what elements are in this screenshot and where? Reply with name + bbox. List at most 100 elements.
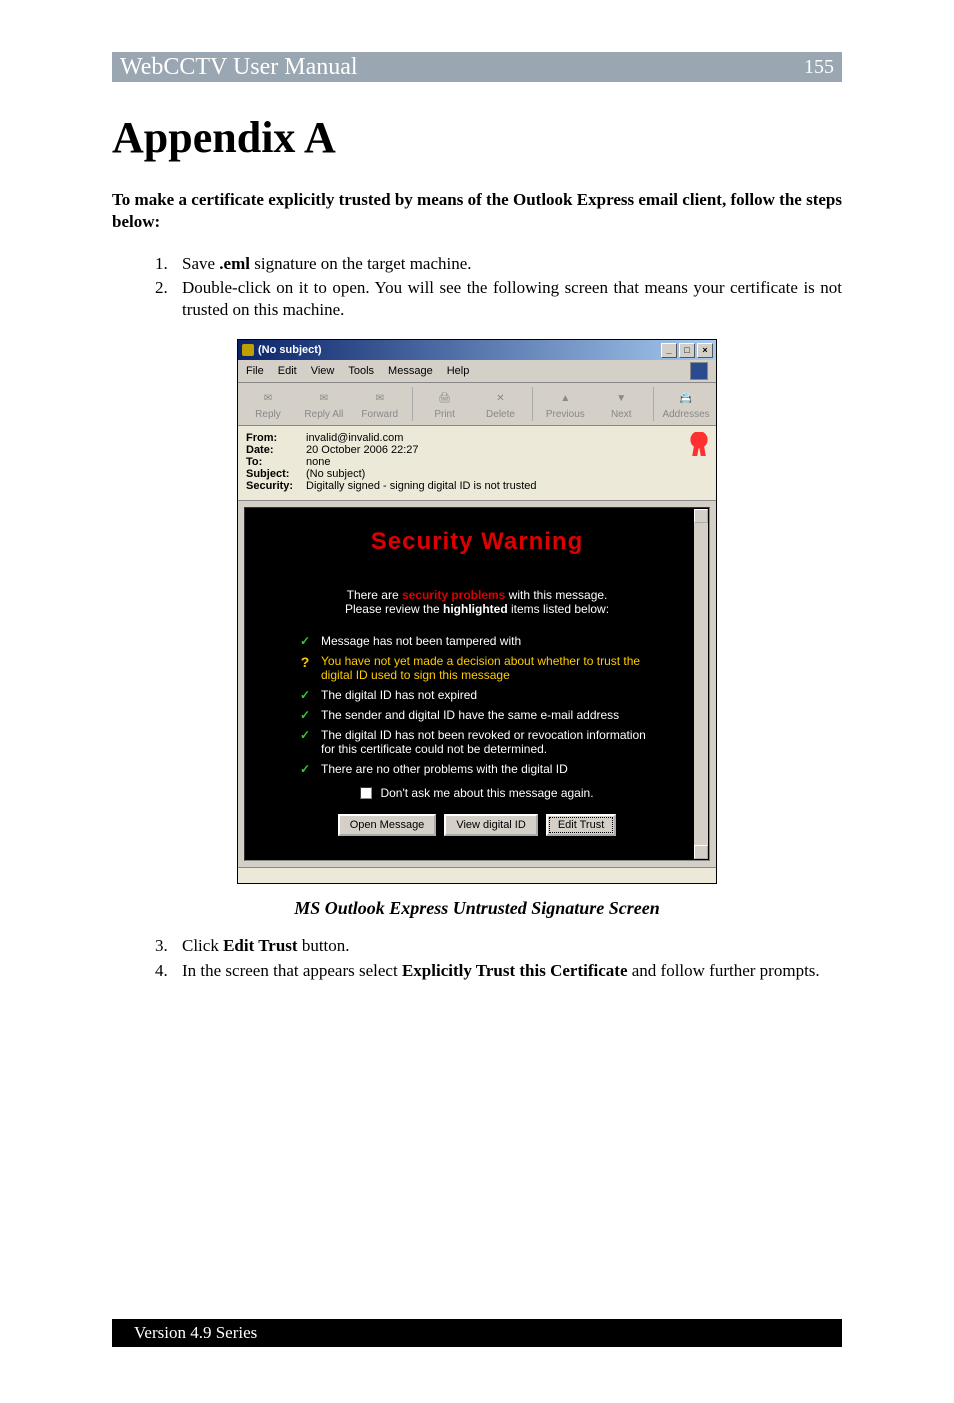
- window-titlebar: (No subject) _ □ ×: [238, 340, 716, 360]
- check-icon: ✓: [299, 708, 311, 722]
- next-icon: ▼: [610, 388, 632, 408]
- reply-all-icon: ✉: [313, 388, 335, 408]
- next-label: Next: [611, 409, 632, 420]
- check-icon: ✓: [299, 762, 311, 776]
- to-value: none: [306, 456, 330, 468]
- header-page-number: 155: [804, 56, 834, 79]
- dialog-screenshot: (No subject) _ □ × File Edit View Tools …: [112, 339, 842, 884]
- previous-label: Previous: [546, 409, 585, 420]
- figure-caption: MS Outlook Express Untrusted Signature S…: [112, 898, 842, 919]
- scroll-down-button[interactable]: [694, 845, 708, 859]
- app-logo-icon: [690, 362, 708, 380]
- step-4-bold: Explicitly Trust this Certificate: [402, 961, 628, 980]
- warn-intro-mid: with this message.: [505, 588, 607, 602]
- check-item-3: ✓ The digital ID has not expired: [299, 688, 655, 702]
- security-value: Digitally signed - signing digital ID is…: [306, 480, 537, 492]
- appendix-heading: Appendix A: [112, 112, 842, 163]
- date-value: 20 October 2006 22:27: [306, 444, 419, 456]
- warn-intro-l2-post: items listed below:: [508, 602, 609, 616]
- window-title: (No subject): [258, 344, 322, 356]
- menu-bar: File Edit View Tools Message Help: [238, 360, 716, 383]
- step-4-post: and follow further prompts.: [628, 961, 820, 980]
- toolbar-divider: [412, 387, 413, 421]
- security-label: Security:: [246, 480, 300, 492]
- scroll-up-button[interactable]: [694, 509, 708, 523]
- status-bar: [238, 867, 716, 883]
- previous-icon: ▲: [554, 388, 576, 408]
- next-button[interactable]: ▼Next: [597, 388, 645, 420]
- step-2: Double-click on it to open. You will see…: [172, 277, 842, 321]
- delete-icon: ✕: [490, 388, 512, 408]
- previous-button[interactable]: ▲Previous: [541, 388, 589, 420]
- check-item-5-text: The digital ID has not been revoked or r…: [321, 728, 655, 756]
- open-message-button[interactable]: Open Message: [338, 814, 437, 836]
- minimize-button[interactable]: _: [661, 343, 677, 358]
- delete-button[interactable]: ✕Delete: [477, 388, 525, 420]
- security-warning-panel: Security Warning There are security prob…: [244, 507, 710, 861]
- page-header: WebCCTV User Manual 155: [112, 52, 842, 82]
- step-3: Click Edit Trust button.: [172, 935, 842, 957]
- steps-list-continued: Click Edit Trust button. In the screen t…: [172, 935, 842, 981]
- to-label: To:: [246, 456, 300, 468]
- message-headers: From:invalid@invalid.com Date:20 October…: [238, 426, 716, 501]
- steps-list: Save .eml signature on the target machin…: [172, 253, 842, 321]
- menu-tools[interactable]: Tools: [348, 365, 374, 377]
- warning-checklist: ✓ Message has not been tampered with ? You…: [299, 634, 655, 776]
- check-item-3-text: The digital ID has not expired: [321, 688, 477, 702]
- check-icon: ✓: [299, 688, 311, 702]
- view-digital-id-button[interactable]: View digital ID: [444, 814, 538, 836]
- check-item-2-text: You have not yet made a decision about w…: [321, 654, 655, 682]
- warn-intro-pre: There are: [347, 588, 402, 602]
- header-title: WebCCTV User Manual: [120, 54, 358, 81]
- reply-all-button[interactable]: ✉Reply All: [300, 388, 348, 420]
- step-4-pre: In the screen that appears select: [182, 961, 402, 980]
- toolbar-divider-3: [653, 387, 654, 421]
- edit-trust-button[interactable]: Edit Trust: [546, 814, 616, 836]
- menu-help[interactable]: Help: [447, 365, 470, 377]
- question-icon: ?: [299, 654, 311, 670]
- dont-ask-label: Don't ask me about this message again.: [380, 786, 593, 800]
- addresses-button[interactable]: 📇Addresses: [662, 388, 710, 420]
- print-button[interactable]: 🖨Print: [421, 388, 469, 420]
- close-button[interactable]: ×: [697, 343, 713, 358]
- forward-label: Forward: [361, 409, 398, 420]
- subject-label: Subject:: [246, 468, 300, 480]
- check-item-4: ✓ The sender and digital ID have the same…: [299, 708, 655, 722]
- check-item-1-text: Message has not been tampered with: [321, 634, 521, 648]
- outlook-dialog: (No subject) _ □ × File Edit View Tools …: [237, 339, 717, 884]
- dont-ask-checkbox[interactable]: [360, 787, 372, 799]
- addresses-label: Addresses: [662, 409, 709, 420]
- toolbar: ✉Reply ✉Reply All ✉Forward 🖨Print ✕Delet…: [238, 383, 716, 426]
- dont-ask-row: Don't ask me about this message again.: [299, 786, 655, 800]
- check-item-6: ✓There are no other problems with the di…: [299, 762, 655, 776]
- toolbar-divider-2: [532, 387, 533, 421]
- reply-icon: ✉: [257, 388, 279, 408]
- forward-icon: ✉: [369, 388, 391, 408]
- check-item-5: ✓The digital ID has not been revoked or …: [299, 728, 655, 756]
- reply-button[interactable]: ✉Reply: [244, 388, 292, 420]
- maximize-button[interactable]: □: [679, 343, 695, 358]
- reply-label: Reply: [255, 409, 281, 420]
- date-label: Date:: [246, 444, 300, 456]
- from-value: invalid@invalid.com: [306, 432, 403, 444]
- menu-message[interactable]: Message: [388, 365, 433, 377]
- warn-intro-sp: security problems: [402, 588, 505, 602]
- menu-file[interactable]: File: [246, 365, 264, 377]
- forward-button[interactable]: ✉Forward: [356, 388, 404, 420]
- signed-ribbon-icon: [690, 432, 708, 454]
- warn-intro-hl: highlighted: [443, 602, 508, 616]
- intro-paragraph: To make a certificate explicitly trusted…: [112, 189, 842, 233]
- menu-view[interactable]: View: [311, 365, 335, 377]
- check-item-4-text: The sender and digital ID have the same …: [321, 708, 619, 722]
- print-icon: 🖨: [434, 388, 456, 408]
- page-content: Appendix A To make a certificate explici…: [112, 112, 842, 982]
- menu-edit[interactable]: Edit: [278, 365, 297, 377]
- step-3-bold: Edit Trust: [223, 936, 297, 955]
- footer-version: Version 4.9 Series: [134, 1323, 257, 1342]
- step-3-pre: Click: [182, 936, 223, 955]
- step-1-pre: Save: [182, 254, 219, 273]
- security-warning-title: Security Warning: [299, 528, 655, 556]
- step-1-post: signature on the target machine.: [250, 254, 472, 273]
- vertical-scrollbar[interactable]: [694, 509, 708, 859]
- check-item-2: ? You have not yet made a decision about …: [299, 654, 655, 682]
